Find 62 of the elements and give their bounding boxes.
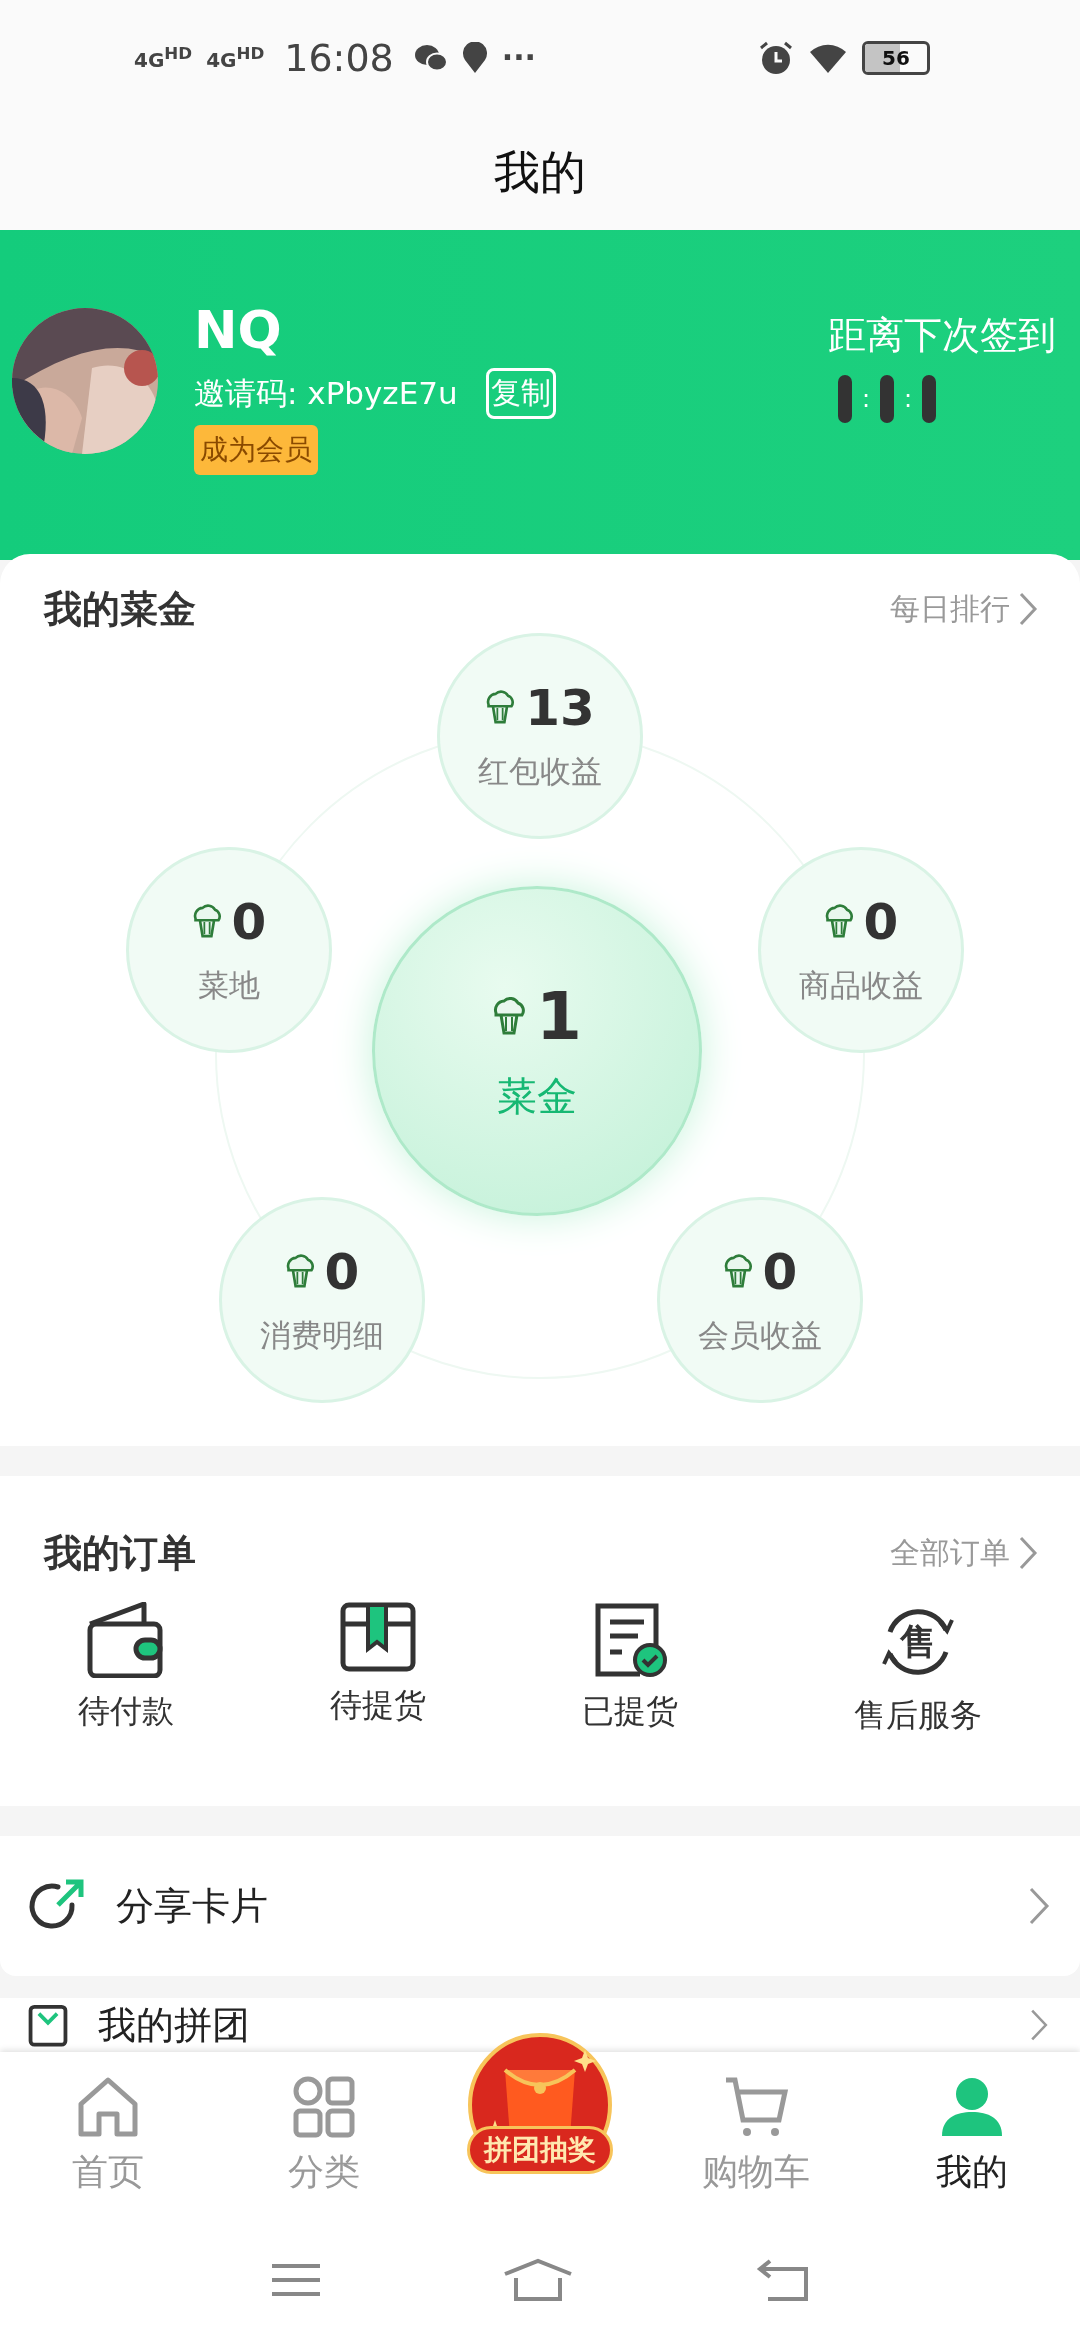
countdown-digit (838, 375, 852, 423)
stat-label: 消费明细 (260, 1316, 384, 1355)
countdown-separator: : (862, 385, 871, 413)
countdown-digit (880, 375, 895, 423)
package-icon (340, 1602, 416, 1672)
home-icon[interactable] (502, 2258, 574, 2302)
order-status-item[interactable]: 待提货 (252, 1602, 504, 1738)
grid-icon (291, 2074, 357, 2140)
section-title: 我的菜金 (44, 585, 196, 633)
stat-label: 红包收益 (478, 752, 602, 791)
balance-circle[interactable]: 1 菜金 (372, 886, 702, 1216)
signal-label: 4G$^{HD}$ (206, 43, 265, 72)
menu-icon[interactable] (270, 2263, 322, 2297)
back-icon[interactable] (754, 2259, 810, 2301)
vegetable-icon (191, 904, 222, 940)
wallet-icon (86, 1602, 166, 1678)
order-status-item[interactable]: 已提货 (504, 1602, 756, 1738)
more-label: ··· (501, 40, 536, 75)
location-pin-icon (461, 41, 488, 74)
signal-label: 4G$^{HD}$ (134, 43, 193, 72)
user-name: NQ (194, 299, 282, 362)
checkin-label: 距离下次签到 (828, 312, 1056, 359)
page-title: 我的 (494, 143, 586, 201)
member-button[interactable]: 成为会员 (194, 425, 318, 475)
vegetable-icon (823, 904, 854, 940)
stat-value: 0 (324, 1243, 360, 1301)
vegetable-icon (485, 690, 516, 726)
alarm-icon (758, 39, 794, 76)
stat-value: 0 (231, 893, 267, 951)
order-status-item[interactable]: 待付款 (0, 1602, 252, 1738)
tab-item[interactable]: 我的 (930, 2052, 1014, 2220)
stat-value: 13 (525, 679, 595, 737)
chat-icon (413, 42, 448, 73)
chevron-icon (1028, 1886, 1050, 1926)
vegetable-icon (492, 996, 527, 1037)
invite-code: 邀请码: xPbyzE7u (194, 373, 458, 413)
section-title: 我的订单 (44, 1529, 196, 1577)
bag-icon (28, 2003, 68, 2047)
vegetable-icon (284, 1254, 315, 1290)
balance-label: 菜金 (497, 1072, 577, 1121)
countdown-digit (922, 375, 937, 423)
stat-label: 会员收益 (698, 1316, 822, 1355)
stat-value: 0 (762, 1243, 798, 1301)
order-status-item[interactable]: 售 售后服务 (756, 1602, 1080, 1738)
stat-circle[interactable]: 0 商品收益 (758, 847, 964, 1053)
chevron-icon (1018, 1536, 1038, 1570)
balance-value: 1 (536, 978, 582, 1055)
stat-circle[interactable]: 0 消费明细 (219, 1197, 425, 1403)
stat-circle[interactable]: 0 会员收益 (657, 1197, 863, 1403)
vegetable-icon (722, 1254, 753, 1290)
menu-row[interactable]: 我的拼团 (0, 1998, 1080, 2052)
stat-circle[interactable]: 13 红包收益 (437, 633, 643, 839)
chevron-icon (1028, 2008, 1050, 2042)
battery-icon: 56 (862, 40, 930, 75)
stat-label: 商品收益 (799, 966, 923, 1005)
stat-circle[interactable]: 0 菜地 (126, 847, 332, 1053)
clock-time: 16:08 (284, 35, 394, 80)
chevron-icon (1018, 592, 1038, 626)
stat-label: 菜地 (198, 966, 260, 1005)
menu-row[interactable]: 分享卡片 (0, 1836, 1080, 1976)
countdown-separator: : (904, 385, 913, 413)
stat-value: 0 (863, 893, 899, 951)
